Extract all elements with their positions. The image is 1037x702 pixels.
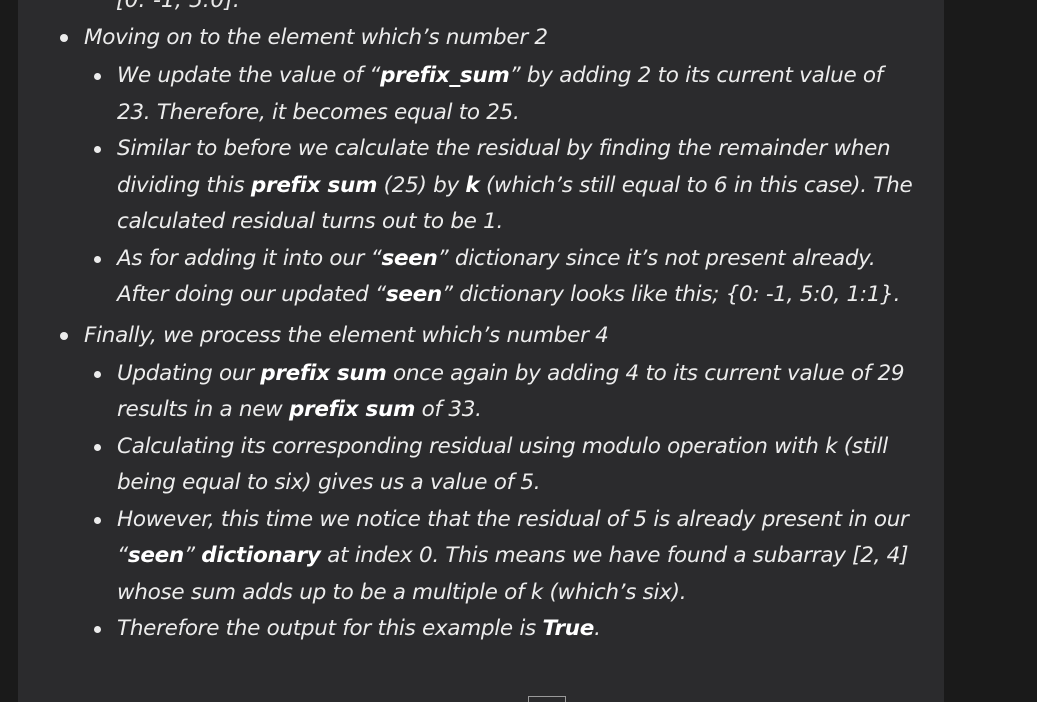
bold-term: prefix sum bbox=[250, 172, 378, 198]
text-run: We update the value of “ bbox=[117, 63, 381, 88]
sub-step-item: As for adding it into our “seen” diction… bbox=[84, 241, 918, 314]
bold-term: prefix sum bbox=[288, 397, 416, 422]
text-run: ” dictionary looks like this; {0: -1, 5:… bbox=[441, 282, 901, 307]
sub-step-item: Updating our prefix sum once again by ad… bbox=[84, 356, 918, 429]
text-run: of 33. bbox=[415, 397, 482, 422]
bold-term: True bbox=[542, 616, 595, 641]
bold-term: prefix_sum bbox=[380, 63, 510, 88]
bold-term: seen bbox=[127, 543, 184, 568]
text-run: (25) by bbox=[377, 172, 466, 198]
step-heading: Finally, we process the element which’s … bbox=[84, 322, 609, 348]
sub-step-list: Updating our prefix sum once again by ad… bbox=[84, 356, 918, 648]
text-run: ” bbox=[183, 543, 202, 568]
sub-step-item: We update the value of “prefix_sum” by a… bbox=[84, 58, 918, 131]
text-run: Calculating its corresponding residual u… bbox=[117, 433, 888, 496]
step-heading: Moving on to the element which’s number … bbox=[84, 25, 548, 50]
step-item: Finally, we process the element which’s … bbox=[18, 320, 918, 648]
article-panel: [0: -1, 5:0]. Moving on to the element w… bbox=[18, 0, 944, 702]
scroll-indicator[interactable] bbox=[528, 696, 566, 702]
step-list: Moving on to the element which’s number … bbox=[18, 22, 918, 648]
sub-step-item: Therefore the output for this example is… bbox=[84, 611, 918, 648]
bold-term: seen bbox=[381, 245, 438, 271]
sub-step-list: We update the value of “prefix_sum” by a… bbox=[84, 58, 918, 314]
text-run: . bbox=[594, 616, 601, 641]
sub-step-item: However, this time we notice that the re… bbox=[84, 502, 918, 612]
article-content: Moving on to the element which’s number … bbox=[18, 22, 918, 654]
sub-step-item: Similar to before we calculate the resid… bbox=[84, 131, 918, 241]
sub-step-item: Calculating its corresponding residual u… bbox=[84, 429, 918, 502]
text-run: Updating our bbox=[117, 360, 261, 386]
bold-term: seen bbox=[385, 282, 442, 307]
page: [0: -1, 5:0]. Moving on to the element w… bbox=[0, 0, 1037, 702]
bold-term: dictionary bbox=[201, 543, 321, 568]
step-item: Moving on to the element which’s number … bbox=[18, 22, 918, 314]
cut-off-text: [0: -1, 5:0]. bbox=[116, 0, 240, 13]
bold-term: prefix sum bbox=[260, 360, 387, 386]
bold-term: k bbox=[465, 172, 480, 198]
text-run: As for adding it into our “ bbox=[117, 245, 382, 271]
text-run: Therefore the output for this example is bbox=[117, 616, 543, 641]
